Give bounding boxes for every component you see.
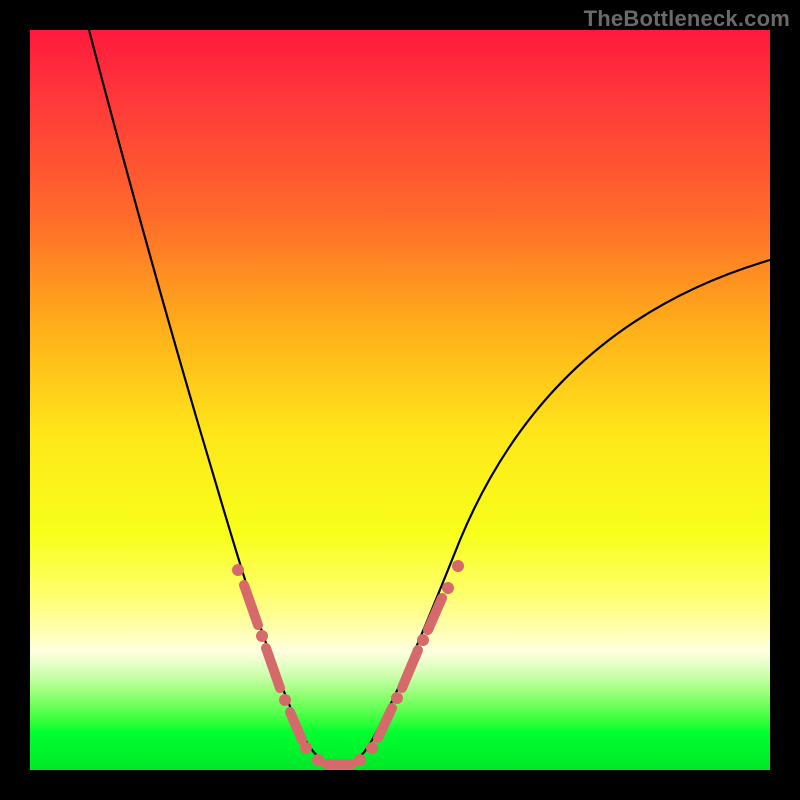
watermark-label: TheBottleneck.com xyxy=(584,6,790,32)
chart-container: TheBottleneck.com xyxy=(0,0,800,800)
plot-area xyxy=(30,30,770,770)
